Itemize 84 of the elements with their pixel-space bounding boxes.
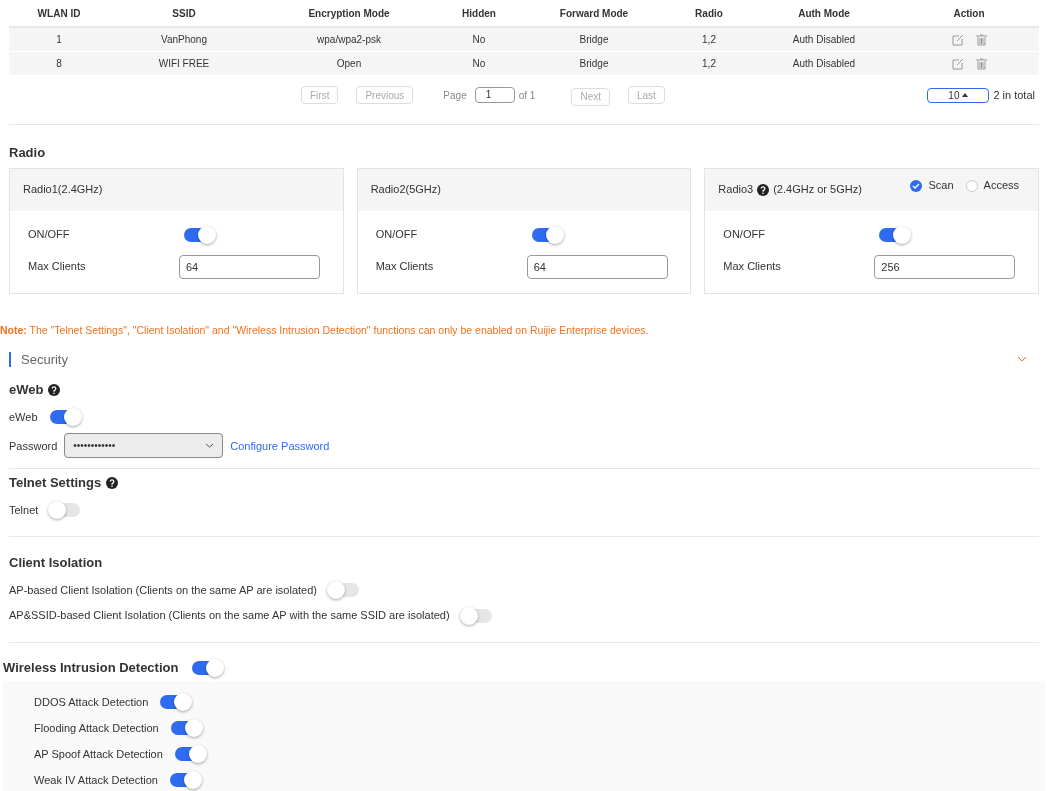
table-cell-text: Bridge xyxy=(578,33,610,47)
field-label: AP Spoof Attack Detection xyxy=(34,747,163,762)
card-title: Radio2(5GHz) xyxy=(370,182,441,198)
field-label: DDOS Attack Detection xyxy=(34,695,149,710)
field-label: ON/OFF xyxy=(375,227,419,243)
radio-label: Scan xyxy=(928,178,954,194)
field-label: Telnet xyxy=(9,502,39,518)
toggle-switch[interactable] xyxy=(192,660,223,675)
section-title: Telnet Settings xyxy=(9,474,102,493)
table-cell-text: WIFI FREE xyxy=(157,57,211,71)
toggle-switch[interactable] xyxy=(531,227,562,242)
toggle-switch[interactable] xyxy=(174,747,205,762)
table-cell-text: No xyxy=(471,57,487,71)
column-header: Action xyxy=(952,6,986,21)
total-count: 2 in total xyxy=(993,87,1035,103)
toggle-switch[interactable] xyxy=(169,773,200,788)
page-label: Page xyxy=(443,88,467,103)
page-count: of 1 xyxy=(518,88,536,103)
column-header: Encryption Mode xyxy=(307,6,391,21)
chevron-icon[interactable] xyxy=(1017,356,1027,363)
column-header: WLAN ID xyxy=(36,6,82,21)
section-title: Wireless Intrusion Detection xyxy=(3,658,179,677)
table-cell-text: 1 xyxy=(55,33,63,47)
table-cell-text: VanPhong xyxy=(160,33,208,47)
toggle-switch[interactable] xyxy=(49,410,80,424)
toggle-switch[interactable] xyxy=(50,503,81,517)
page-size-select[interactable]: 10 xyxy=(927,87,990,103)
page-input[interactable]: 1 xyxy=(474,87,515,103)
column-header: Hidden xyxy=(461,6,497,21)
note-text: Note: The "Telnet Settings", "Client Isolation" and "Wireless Intrusion Detection" functions can only be enabled on Ruijie Enterprise devices. xyxy=(0,322,650,338)
table-cell-text: 1,2 xyxy=(701,57,717,71)
table-cell-text: Bridge xyxy=(578,57,610,71)
input-field[interactable]: 64 xyxy=(179,254,320,279)
column-header: Forward Mode xyxy=(558,6,630,21)
input-field[interactable]: 256 xyxy=(874,254,1016,279)
toggle-switch[interactable] xyxy=(461,608,492,623)
help-icon[interactable] xyxy=(106,477,119,489)
table-cell-text: Auth Disabled xyxy=(791,57,857,71)
field-label: Weak IV Attack Detection xyxy=(34,773,158,788)
help-icon[interactable] xyxy=(48,384,61,396)
toggle-switch[interactable] xyxy=(184,227,214,242)
field-label: ON/OFF xyxy=(723,227,766,243)
trash-icon[interactable] xyxy=(975,33,987,46)
radio-button[interactable] xyxy=(965,179,978,192)
column-header: SSID xyxy=(171,6,197,21)
table-cell-text: 1,2 xyxy=(701,33,717,47)
edit-icon[interactable] xyxy=(951,33,964,46)
field-label: Flooding Attack Detection xyxy=(34,721,159,736)
toggle-switch[interactable] xyxy=(879,227,910,242)
field-label: AP&SSID-based Client Isolation (Clients on the same AP with the same SSID are isolated) xyxy=(9,608,450,624)
toggle-switch[interactable] xyxy=(160,695,191,710)
table-cell-text: No xyxy=(471,33,487,47)
card-title: Radio1(2.4GHz) xyxy=(23,182,103,198)
field-label: ON/OFF xyxy=(28,227,71,243)
field-label: Max Clients xyxy=(28,259,87,275)
radio-label: Access xyxy=(983,178,1019,194)
configure-password-link[interactable]: Configure Password xyxy=(230,437,330,454)
column-header: Auth Mode xyxy=(797,6,851,21)
card-title: Radio3 xyxy=(718,182,754,198)
table-cell-text: Open xyxy=(335,57,363,71)
section-header[interactable]: Security xyxy=(21,349,68,369)
password-field[interactable]: •••••••••••• xyxy=(64,433,224,459)
section-title: Client Isolation xyxy=(9,554,104,573)
help-icon[interactable] xyxy=(757,183,770,196)
caret-icon xyxy=(962,93,969,98)
table-cell-text: wpa/wpa2-psk xyxy=(316,33,382,47)
field-label: Password xyxy=(9,438,58,454)
edit-icon[interactable] xyxy=(951,57,964,70)
chevron-icon xyxy=(205,443,215,449)
section-title: eWeb xyxy=(9,381,44,400)
section-title: Radio xyxy=(9,144,47,162)
table-cell-text: Auth Disabled xyxy=(791,33,857,47)
field-label: AP-based Client Isolation (Clients on the same AP are isolated) xyxy=(9,582,317,598)
radio-button[interactable] xyxy=(910,179,923,192)
field-label: Max Clients xyxy=(723,259,782,275)
field-label: Max Clients xyxy=(375,259,435,275)
toggle-switch[interactable] xyxy=(170,721,201,736)
field-label: eWeb xyxy=(9,409,38,425)
toggle-switch[interactable] xyxy=(328,583,359,597)
trash-icon[interactable] xyxy=(975,57,987,70)
column-header: Radio xyxy=(694,6,724,21)
band-label: (2.4GHz or 5GHz) xyxy=(773,182,862,198)
input-field[interactable]: 64 xyxy=(526,254,668,279)
table-cell-text: 8 xyxy=(55,57,63,71)
